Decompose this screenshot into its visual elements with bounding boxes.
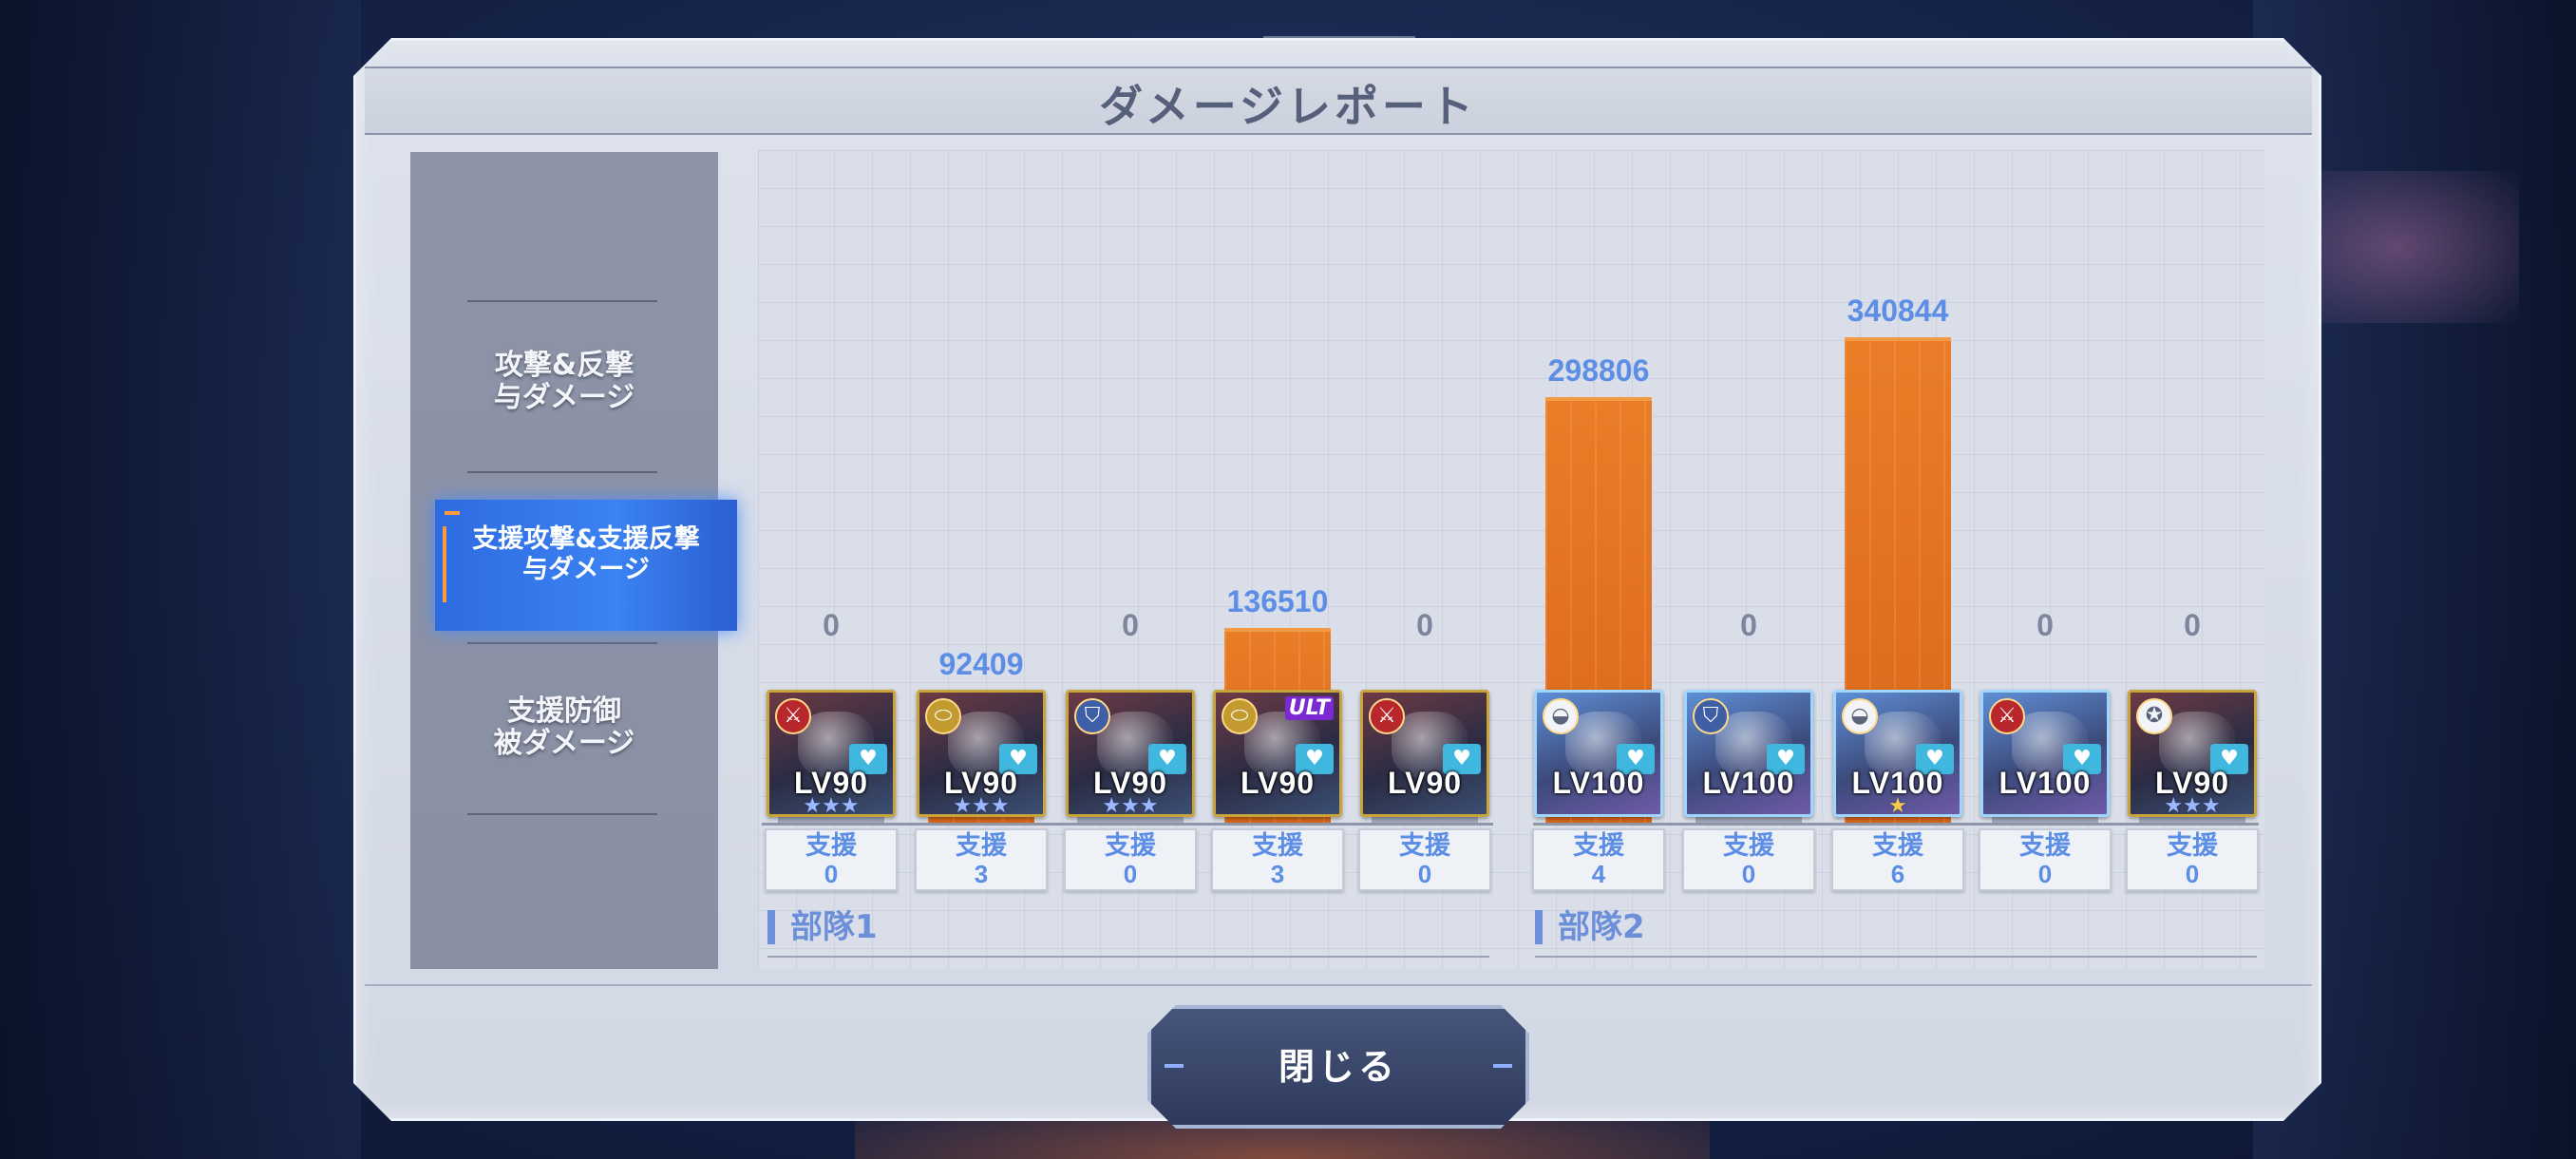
- menu-item-label: 攻撃&反撃: [494, 349, 635, 382]
- shield-capsule-icon: ⬭: [1222, 698, 1258, 734]
- page-title: ダメージレポート: [1099, 81, 1477, 132]
- menu-item-support-attack-damage[interactable]: 支援攻撃&支援反撃 与ダメージ: [435, 500, 737, 631]
- damage-value-label: 136510: [1226, 584, 1329, 618]
- damage-value-label: 0: [1740, 608, 1757, 642]
- menu-divider: [467, 642, 657, 644]
- team-label-2: 部隊2: [1535, 910, 1645, 944]
- menu-divider: [467, 471, 657, 473]
- support-label: 支援: [1105, 831, 1156, 861]
- support-label: 支援: [1723, 831, 1774, 861]
- star-icon: ✪: [2136, 698, 2172, 734]
- damage-value-label: 340844: [1847, 294, 1949, 328]
- support-count: 0: [1123, 860, 1138, 888]
- support-count-box: 支援 0: [1358, 828, 1491, 891]
- unit-card[interactable]: ◒ ♥ LV100: [1534, 690, 1663, 817]
- unit-card[interactable]: ◒ ♥ LV100 ★: [1833, 690, 1962, 817]
- menu-divider: [467, 813, 657, 815]
- menu-item-label: 与ダメージ: [522, 555, 650, 584]
- support-label: 支援: [2019, 831, 2071, 861]
- damage-value-label: 92409: [938, 647, 1024, 681]
- unit-card[interactable]: ⚔ ♥ LV90 ★★★: [767, 690, 896, 817]
- support-count-box: 支援 6: [1831, 828, 1964, 891]
- shield-icon: ⛉: [1074, 698, 1110, 734]
- unit-card[interactable]: ⛉ ♥ LV100: [1684, 690, 1813, 817]
- support-count-box: 支援 0: [1682, 828, 1815, 891]
- support-count-box: 支援 0: [2126, 828, 2259, 891]
- button-decoration: [1493, 1064, 1512, 1068]
- support-count: 0: [2185, 860, 2200, 888]
- menu-item-support-defense[interactable]: 支援防御 被ダメージ: [410, 695, 718, 760]
- unit-level: LV90: [1240, 766, 1316, 800]
- star-rank-icon: ★★★: [2164, 794, 2221, 817]
- capsule-icon: ◒: [1543, 698, 1579, 734]
- team-underline: [767, 956, 1489, 958]
- support-label: 支援: [805, 831, 857, 861]
- unit-card[interactable]: ⚔ ♥ LV100: [1980, 690, 2110, 817]
- shield-capsule-icon: ⬭: [925, 698, 961, 734]
- unit-level: LV100: [1998, 766, 2092, 800]
- support-count: 3: [1270, 860, 1285, 888]
- support-label: 支援: [1252, 831, 1303, 861]
- support-count: 0: [1417, 860, 1432, 888]
- unit-level: LV90: [1387, 766, 1463, 800]
- background-left: [0, 0, 361, 1159]
- team-underline: [1535, 956, 2257, 958]
- damage-value-label: 0: [1416, 608, 1433, 642]
- close-button[interactable]: 閉じる: [1147, 1005, 1529, 1129]
- menu-item-attack-damage[interactable]: 攻撃&反撃 与ダメージ: [410, 350, 718, 414]
- support-count-box: 支援 0: [1064, 828, 1197, 891]
- star-rank-icon: ★★★: [953, 794, 1010, 817]
- sword-icon: ⚔: [775, 698, 811, 734]
- support-count-box: 支援 3: [1211, 828, 1344, 891]
- team1-baseline: [762, 823, 1493, 826]
- support-label: 支援: [1399, 831, 1450, 861]
- support-count: 4: [1591, 860, 1606, 888]
- button-decoration: [1165, 1064, 1184, 1068]
- menu-item-label: 与ダメージ: [493, 381, 635, 414]
- active-marker: [445, 511, 460, 515]
- star-rank-icon: ★★★: [803, 794, 860, 817]
- support-count: 3: [974, 860, 989, 888]
- unit-card[interactable]: ⬭ ULT ♥ LV90: [1213, 690, 1342, 817]
- support-label: 支援: [2167, 831, 2218, 861]
- team-label-1: 部隊1: [767, 910, 878, 944]
- support-count: 0: [824, 860, 839, 888]
- menu-item-label: 支援攻撃&支援反撃: [472, 524, 700, 554]
- unit-card[interactable]: ✪ ♥ LV90 ★★★: [2128, 690, 2257, 817]
- damage-value-label: 0: [823, 608, 840, 642]
- damage-value-label: 0: [2036, 608, 2054, 642]
- star-rank-icon: ★: [1888, 794, 1907, 817]
- star-rank-icon: ★★★: [1102, 794, 1159, 817]
- unit-level: LV100: [1702, 766, 1795, 800]
- unit-card[interactable]: ⚔ ♥ LV90: [1360, 690, 1489, 817]
- team2-baseline: [1533, 823, 2259, 826]
- unit-card[interactable]: ⬭ ♥ LV90 ★★★: [917, 690, 1046, 817]
- menu-divider: [467, 300, 657, 302]
- ult-badge: ULT: [1284, 696, 1334, 720]
- menu-item-label: 支援防御: [507, 694, 621, 728]
- support-count-box: 支援 0: [1979, 828, 2112, 891]
- unit-card[interactable]: ⛉ ♥ LV90 ★★★: [1066, 690, 1195, 817]
- menu-item-label: 被ダメージ: [493, 727, 635, 760]
- damage-value-label: 0: [2184, 608, 2201, 642]
- support-label: 支援: [956, 831, 1007, 861]
- support-label: 支援: [1573, 831, 1624, 861]
- support-count: 6: [1890, 860, 1905, 888]
- unit-level: LV100: [1552, 766, 1645, 800]
- panel-divider: [365, 984, 2312, 986]
- support-count: 0: [2037, 860, 2053, 888]
- capsule-icon: ◒: [1842, 698, 1878, 734]
- sword-icon: ⚔: [1369, 698, 1405, 734]
- support-label: 支援: [1872, 831, 1923, 861]
- support-count-box: 支援 4: [1532, 828, 1665, 891]
- damage-value-label: 298806: [1547, 353, 1650, 388]
- sword-icon: ⚔: [1989, 698, 2025, 734]
- shield-icon: ⛉: [1693, 698, 1729, 734]
- support-count: 0: [1741, 860, 1756, 888]
- panel-top-notch: [1263, 25, 1415, 38]
- support-count-box: 支援 0: [765, 828, 898, 891]
- support-count-box: 支援 3: [915, 828, 1048, 891]
- damage-value-label: 0: [1122, 608, 1139, 642]
- close-button-label: 閉じる: [1278, 1046, 1398, 1088]
